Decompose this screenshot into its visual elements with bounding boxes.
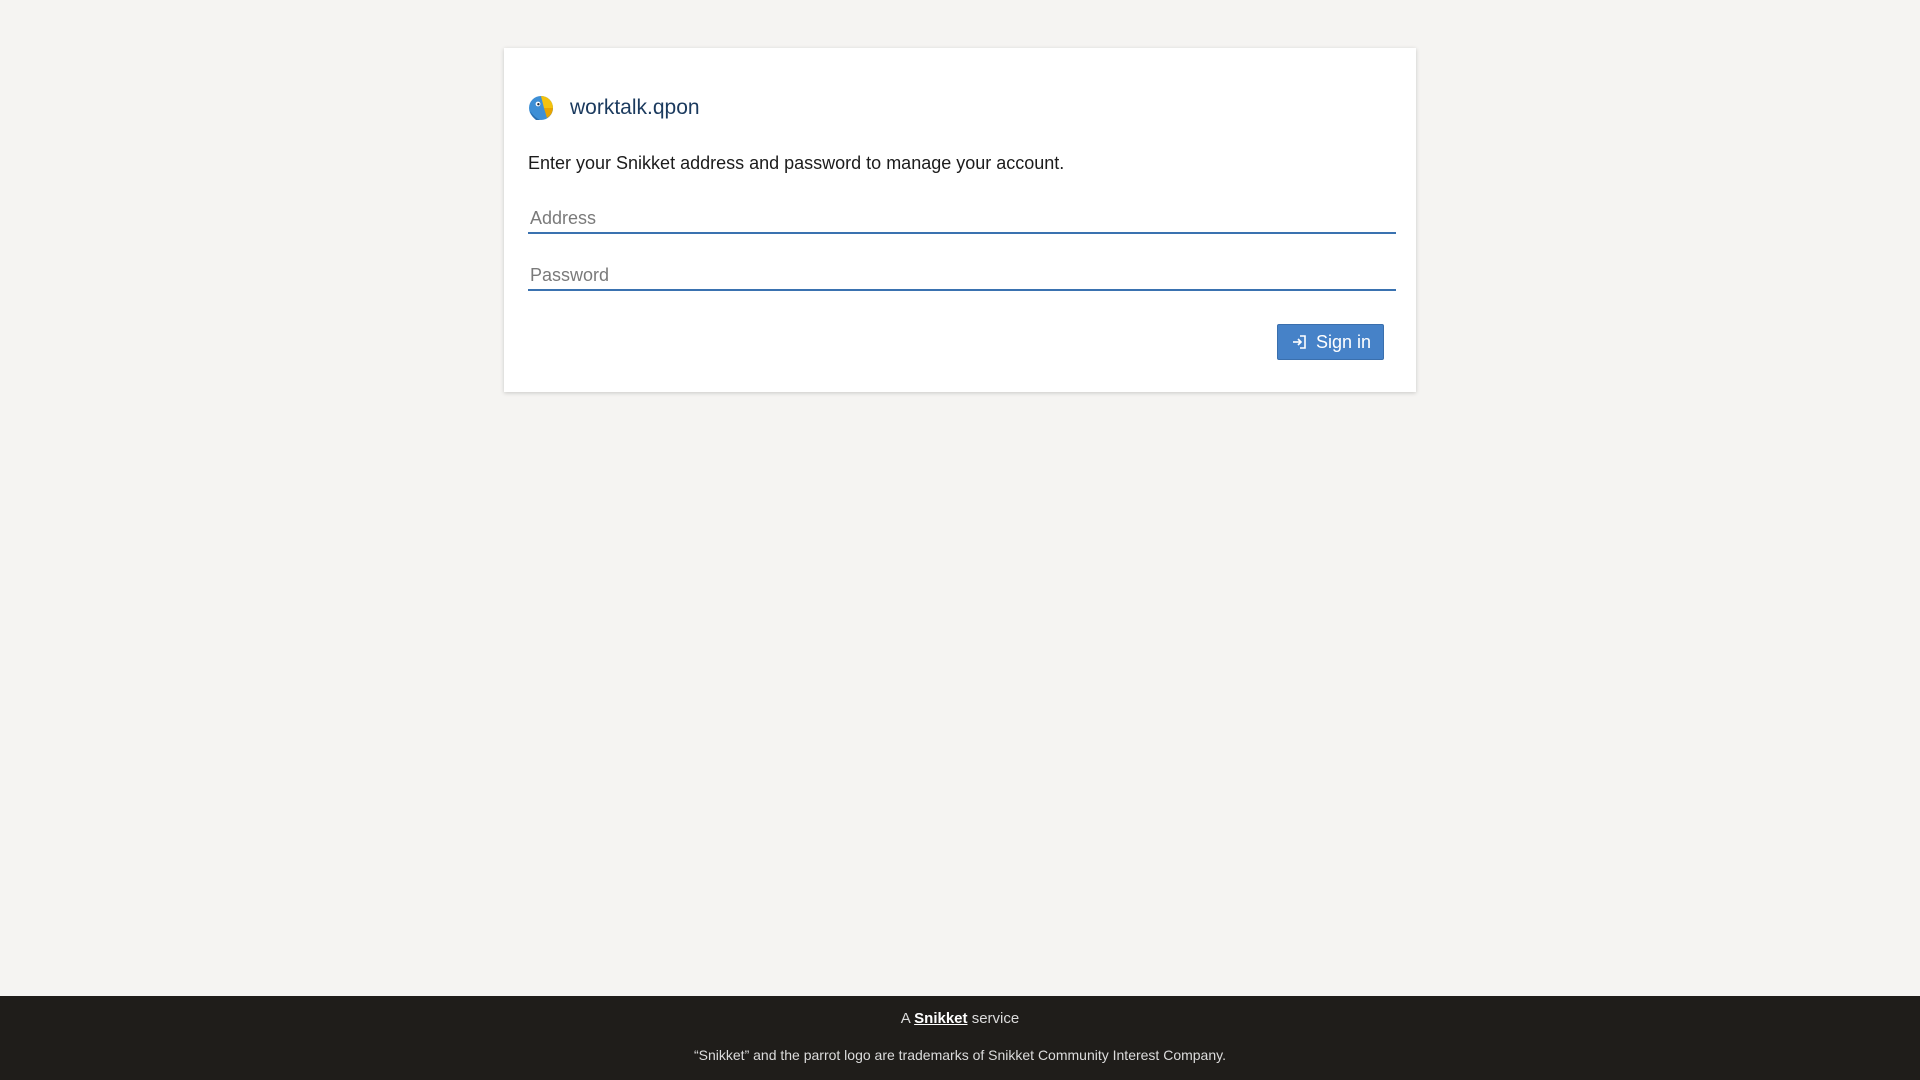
footer-service-suffix: service [971, 1010, 1020, 1027]
login-card: worktalk.qpon Enter your Snikket address… [504, 48, 1416, 392]
page: worktalk.qpon Enter your Snikket address… [0, 0, 1920, 1080]
parrot-logo-icon [529, 96, 553, 120]
snikket-link[interactable]: Snikket [914, 1010, 967, 1027]
footer: A Snikket service “Snikket” and the parr… [0, 996, 1920, 1080]
footer-service-line: A Snikket service [0, 1010, 1920, 1028]
sign-in-button[interactable]: Sign in [1277, 324, 1384, 360]
password-input[interactable] [528, 261, 1396, 291]
login-instructions: Enter your Snikket address and password … [528, 153, 1065, 173]
address-input[interactable] [528, 204, 1396, 234]
brand-header: worktalk.qpon [528, 94, 700, 122]
site-domain: worktalk.qpon [570, 96, 700, 119]
sign-in-icon [1292, 335, 1306, 349]
footer-service-prefix: A [900, 1010, 910, 1027]
sign-in-label: Sign in [1315, 331, 1372, 352]
footer-trademark: “Snikket” and the parrot logo are tradem… [694, 1047, 1226, 1063]
